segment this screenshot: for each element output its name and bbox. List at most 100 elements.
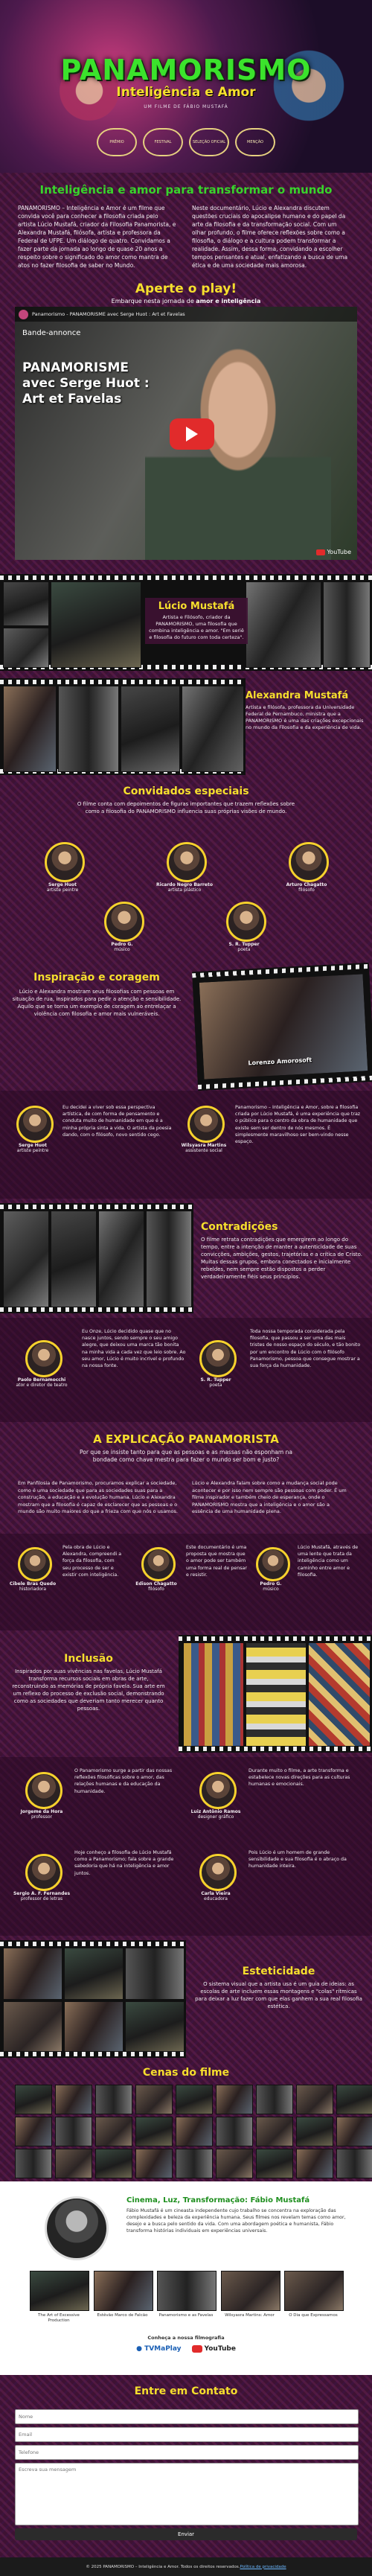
scene-thumbnail[interactable]	[95, 2117, 132, 2146]
aesthetics-photo-1	[3, 1948, 62, 2000]
guest-avatar	[289, 842, 329, 882]
contact-section: Entre em Contato Enviar	[0, 2375, 372, 2557]
scene-thumbnail[interactable]	[135, 2085, 173, 2114]
inclusion-section: Inclusão Inspirados por suas vivências n…	[0, 1630, 372, 1757]
explanation-section: A EXPLICAÇÃO PANAMORISTA Por que se insi…	[0, 1422, 372, 1534]
quote-text: Hoje conheço a filosofia de Lúcio Mustaf…	[74, 1850, 174, 1876]
scene-thumbnail[interactable]	[296, 2149, 333, 2178]
quote-avatar	[199, 1772, 237, 1809]
quote-author: Cibele Bras Quedo historiadora	[9, 1581, 57, 1592]
scene-thumbnail[interactable]	[176, 2117, 213, 2146]
guest-avatar	[104, 902, 144, 942]
quote-avatar	[25, 1854, 62, 1891]
youtube-link[interactable]: YouTube	[191, 2345, 236, 2353]
explanation-col-1: Em Panfilosia de Panamorismo, procuramos…	[18, 1480, 178, 1514]
scene-thumbnail[interactable]	[336, 2085, 372, 2114]
alexandra-name: Alexandra Mustafá	[246, 690, 349, 701]
film-title: Wilsyasra Martins: Amor	[225, 2313, 275, 2318]
scene-thumbnail[interactable]	[15, 2085, 52, 2114]
scene-thumbnail[interactable]	[55, 2117, 92, 2146]
inclusion-text: Inspirados por suas vivências nas favela…	[12, 1668, 165, 1712]
scene-thumbnail[interactable]	[216, 2117, 253, 2146]
director-section: Cinema, Luz, Transformação: Fábio Mustaf…	[0, 2181, 372, 2375]
film-card[interactable]: Estêvão Marco de Falcão	[93, 2271, 153, 2330]
film-card[interactable]: Panamorismo e as Favelas	[157, 2271, 217, 2330]
tvmaplay-icon: ●	[136, 2345, 145, 2353]
laurel-badge: PRÊMIO	[97, 128, 137, 156]
quote-author: Sergio A. F. Fernandes professor de letra…	[13, 1891, 71, 1901]
scene-thumbnail[interactable]	[135, 2117, 173, 2146]
quote-avatar	[18, 1547, 52, 1581]
scene-thumbnail[interactable]	[55, 2149, 92, 2178]
scene-thumbnail[interactable]	[216, 2085, 253, 2114]
hero-tagline: UM FILME DE FÁBIO MUSTAFÁ	[144, 104, 228, 109]
scene-thumbnail[interactable]	[296, 2117, 333, 2146]
scene-thumbnail[interactable]	[256, 2149, 293, 2178]
inspiration-text: Lúcio e Alexandra mostram seus filosofia…	[12, 989, 182, 1017]
scene-thumbnail[interactable]	[95, 2085, 132, 2114]
guest-name: Ricardo Negro Barreto artista plástico	[156, 882, 213, 893]
youtube-logo[interactable]: YouTube	[316, 549, 351, 555]
film-card[interactable]: Wilsyasra Martins: Amor	[220, 2271, 280, 2330]
send-button[interactable]: Enviar	[15, 2528, 357, 2540]
scene-thumbnail[interactable]	[256, 2117, 293, 2146]
guests-text: O filme conta com depoimentos de figuras…	[77, 801, 295, 814]
filmography-label: Conheça a nossa filmografia	[147, 2335, 225, 2341]
film-title: Panamorismo e as Favelas	[158, 2313, 214, 2318]
inspiration-text-block: Inspiração e coragem Lúcio e Alexandra m…	[7, 972, 186, 1018]
alexandra-photo-4	[182, 686, 244, 772]
scene-thumbnail[interactable]	[15, 2149, 52, 2178]
inspiration-section: Inspiração e coragem Lúcio e Alexandra m…	[0, 962, 372, 1091]
scene-thumbnail[interactable]	[216, 2149, 253, 2178]
video-topbar: Panamorismo - PANAMORISME avec Serge Huo…	[15, 307, 357, 322]
scene-thumbnail[interactable]	[95, 2149, 132, 2178]
aesthetics-photo-6	[125, 2001, 185, 2052]
platform-links: ● TVMaPlay YouTube	[0, 2345, 372, 2353]
quote-avatar	[199, 1340, 237, 1377]
quote-text: Lúcio Mustafá, através de uma lente que …	[298, 1545, 359, 1578]
alexandra-text: Artista e filósofa, professora da Univer…	[246, 704, 364, 730]
scene-thumbnail[interactable]	[296, 2085, 333, 2114]
film-card[interactable]: The Art of Excessive Production	[30, 2271, 89, 2330]
scene-thumbnail[interactable]	[336, 2117, 372, 2146]
lucio-section: Lúcio Mustafá Artista e Filósofo, criado…	[0, 571, 372, 675]
video-channel-title[interactable]: Panamorismo - PANAMORISME avec Serge Huo…	[32, 311, 185, 317]
aesthetics-photo-4	[3, 2001, 62, 2052]
quote-author: Carla Vieira educadora	[201, 1891, 231, 1901]
explanation-heading: A EXPLICAÇÃO PANAMORISTA	[93, 1432, 279, 1446]
quote-text: Durante muito o filme, a arte transforma…	[248, 1768, 350, 1788]
video-player[interactable]: Panamorismo - PANAMORISME avec Serge Huo…	[15, 307, 357, 560]
name-field[interactable]	[15, 2409, 359, 2424]
quotes-section-3: Cibele Bras Quedo historiadora Pela obra …	[0, 1534, 372, 1630]
channel-avatar	[19, 309, 28, 319]
film-poster	[284, 2271, 344, 2311]
quote-avatar	[187, 1106, 225, 1143]
quote-text: Eu decidei a viver sob essa perspectiva …	[62, 1105, 172, 1138]
intro-col-2: Neste documentário, Lúcio e Alexandra di…	[192, 205, 348, 269]
scenes-grid	[15, 2085, 372, 2178]
youtube-play-button[interactable]	[170, 418, 214, 450]
film-card[interactable]: O Dia que Expressamos	[284, 2271, 344, 2330]
message-field[interactable]	[15, 2463, 359, 2525]
laurel-badge: SELEÇÃO OFICIAL	[189, 128, 229, 156]
privacy-link[interactable]: Política de privacidade	[240, 2565, 286, 2569]
scene-thumbnail[interactable]	[336, 2149, 372, 2178]
scene-thumbnail[interactable]	[55, 2085, 92, 2114]
email-field[interactable]	[15, 2427, 359, 2442]
scene-thumbnail[interactable]	[256, 2085, 293, 2114]
tvmaplay-link[interactable]: ● TVMaPlay	[136, 2345, 181, 2353]
scene-thumbnail[interactable]	[176, 2085, 213, 2114]
scene-thumbnail[interactable]	[15, 2117, 52, 2146]
contact-heading: Entre em Contato	[134, 2385, 238, 2397]
explanation-col-2: Lúcio e Alexandra falam sobre como a mud…	[192, 1480, 347, 1514]
director-text-block: Cinema, Luz, Transformação: Fábio Mustaf…	[126, 2196, 350, 2234]
film-title: Estêvão Marco de Falcão	[97, 2313, 148, 2318]
guests-heading: Convidados especiais	[123, 785, 249, 797]
scene-thumbnail[interactable]	[176, 2149, 213, 2178]
phone-field[interactable]	[15, 2445, 359, 2460]
guest-avatar	[167, 842, 207, 882]
contradictions-text-block: Contradições O filme retrata contradiçõe…	[201, 1221, 365, 1281]
scene-thumbnail[interactable]	[135, 2149, 173, 2178]
film-list: The Art of Excessive Production Estêvão M…	[30, 2271, 344, 2330]
inclusion-photo-2	[246, 1642, 307, 1747]
